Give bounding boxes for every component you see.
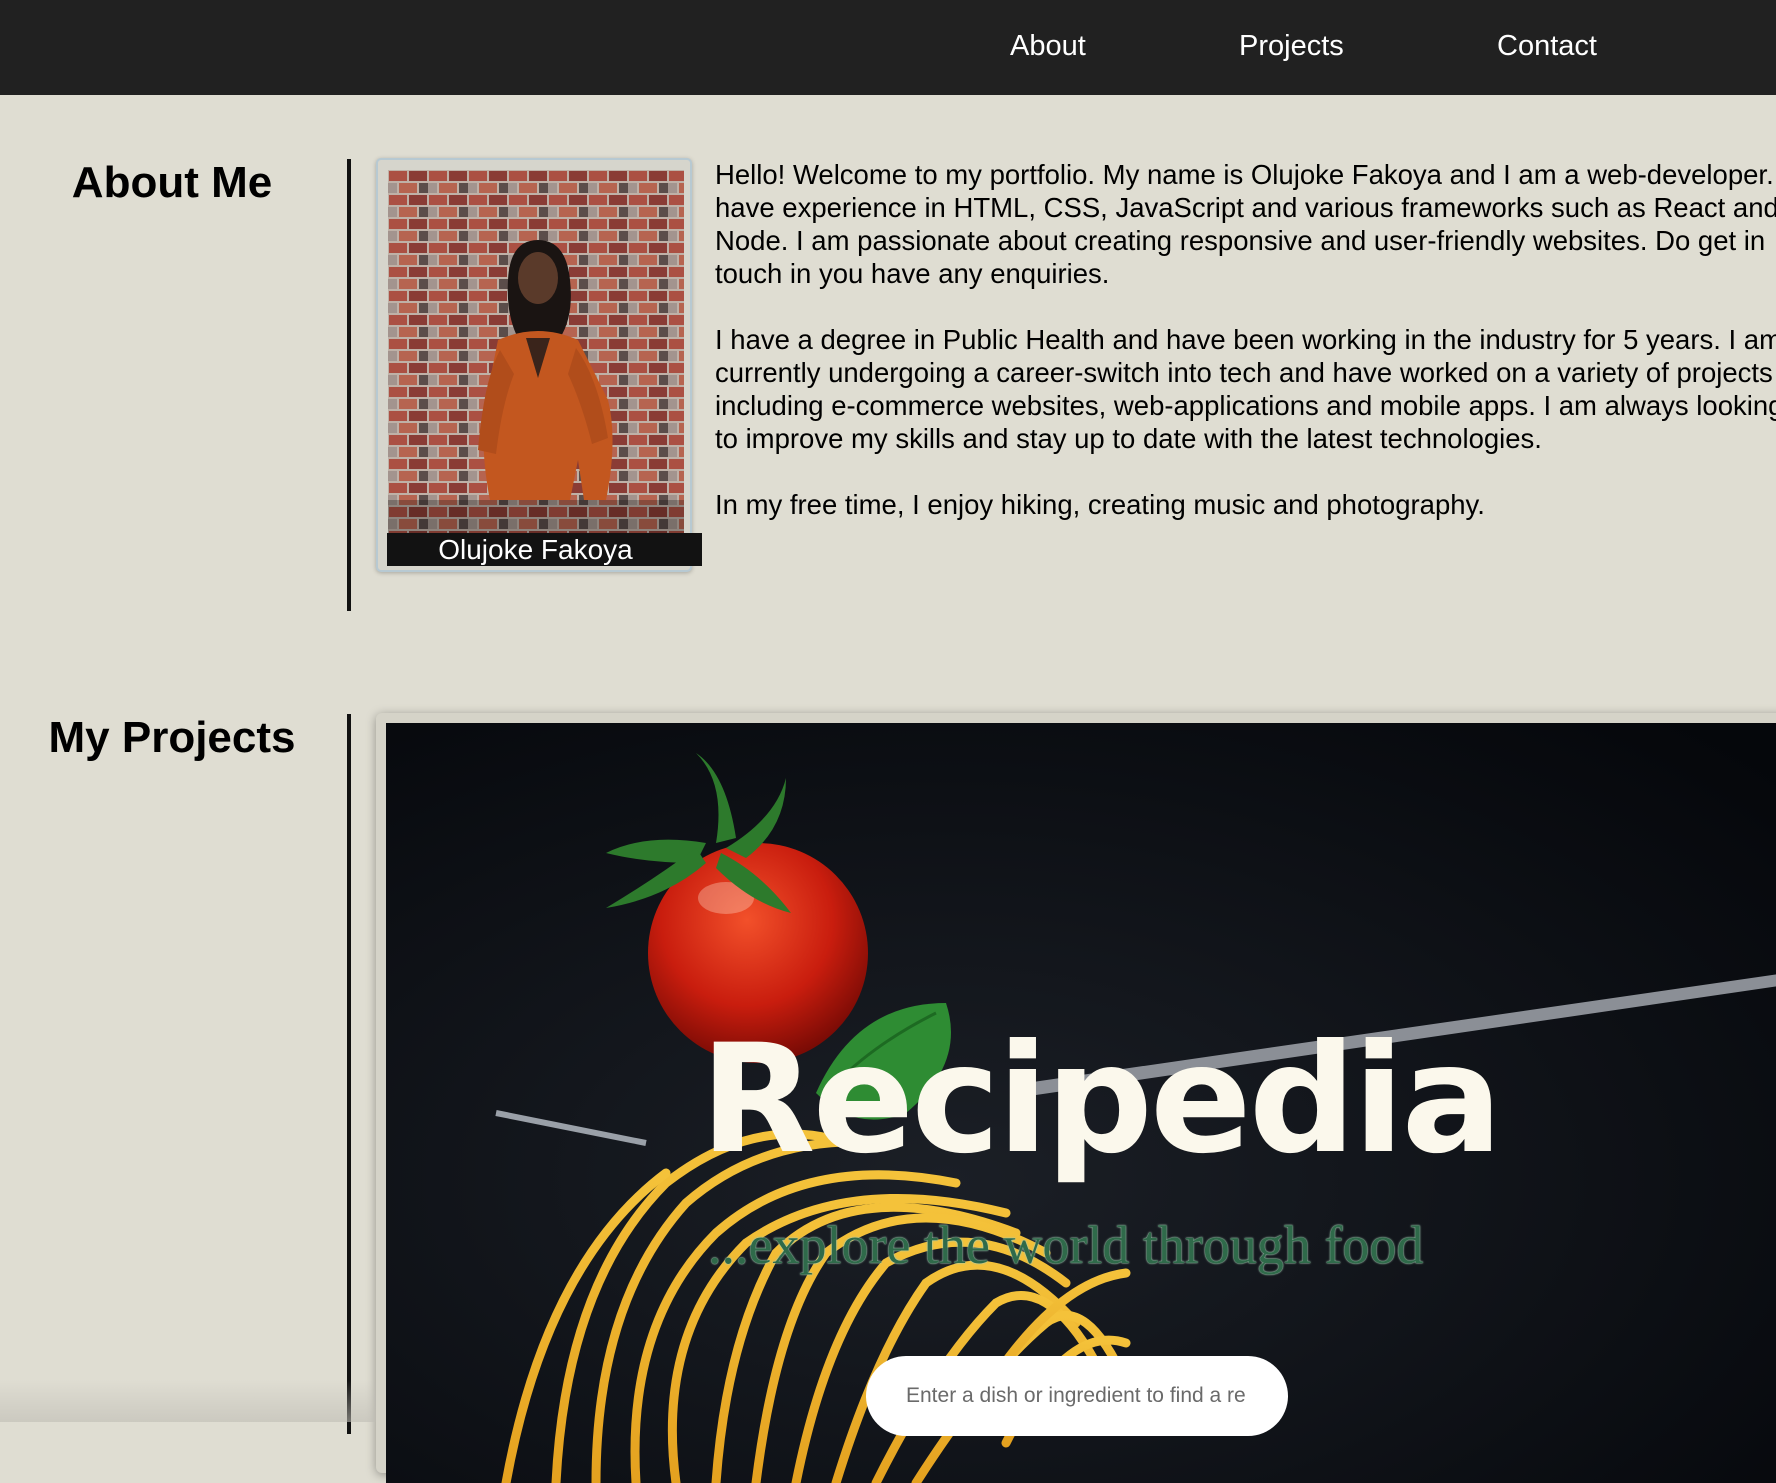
projects-divider — [347, 714, 351, 1434]
profile-photo-card: Olujoke Fakoya — [376, 158, 702, 572]
navbar: About Projects Contact — [0, 0, 1776, 95]
nav-link-contact[interactable]: Contact — [1497, 26, 1597, 66]
recipe-search-input[interactable] — [866, 1356, 1288, 1436]
about-paragraph: Hello! Welcome to my portfolio. My name … — [715, 159, 1776, 289]
about-section-title: About Me — [71, 158, 273, 207]
project-title: Recipedia — [700, 1013, 1503, 1187]
about-text: Hello! Welcome to my portfolio. My name … — [715, 158, 1776, 554]
nav-link-projects[interactable]: Projects — [1239, 26, 1344, 66]
about-paragraph: In my free time, I enjoy hiking, creatin… — [715, 489, 1485, 520]
bottom-shadow — [0, 1380, 376, 1422]
profile-photo — [388, 170, 684, 533]
profile-photo-caption: Olujoke Fakoya — [387, 533, 702, 566]
about-paragraph: I have a degree in Public Health and hav… — [715, 324, 1776, 454]
about-divider — [347, 159, 351, 611]
projects-section-title: My Projects — [48, 713, 296, 762]
nav-link-about[interactable]: About — [1010, 26, 1086, 66]
project-tagline: ...explore the world through food — [708, 1215, 1424, 1275]
